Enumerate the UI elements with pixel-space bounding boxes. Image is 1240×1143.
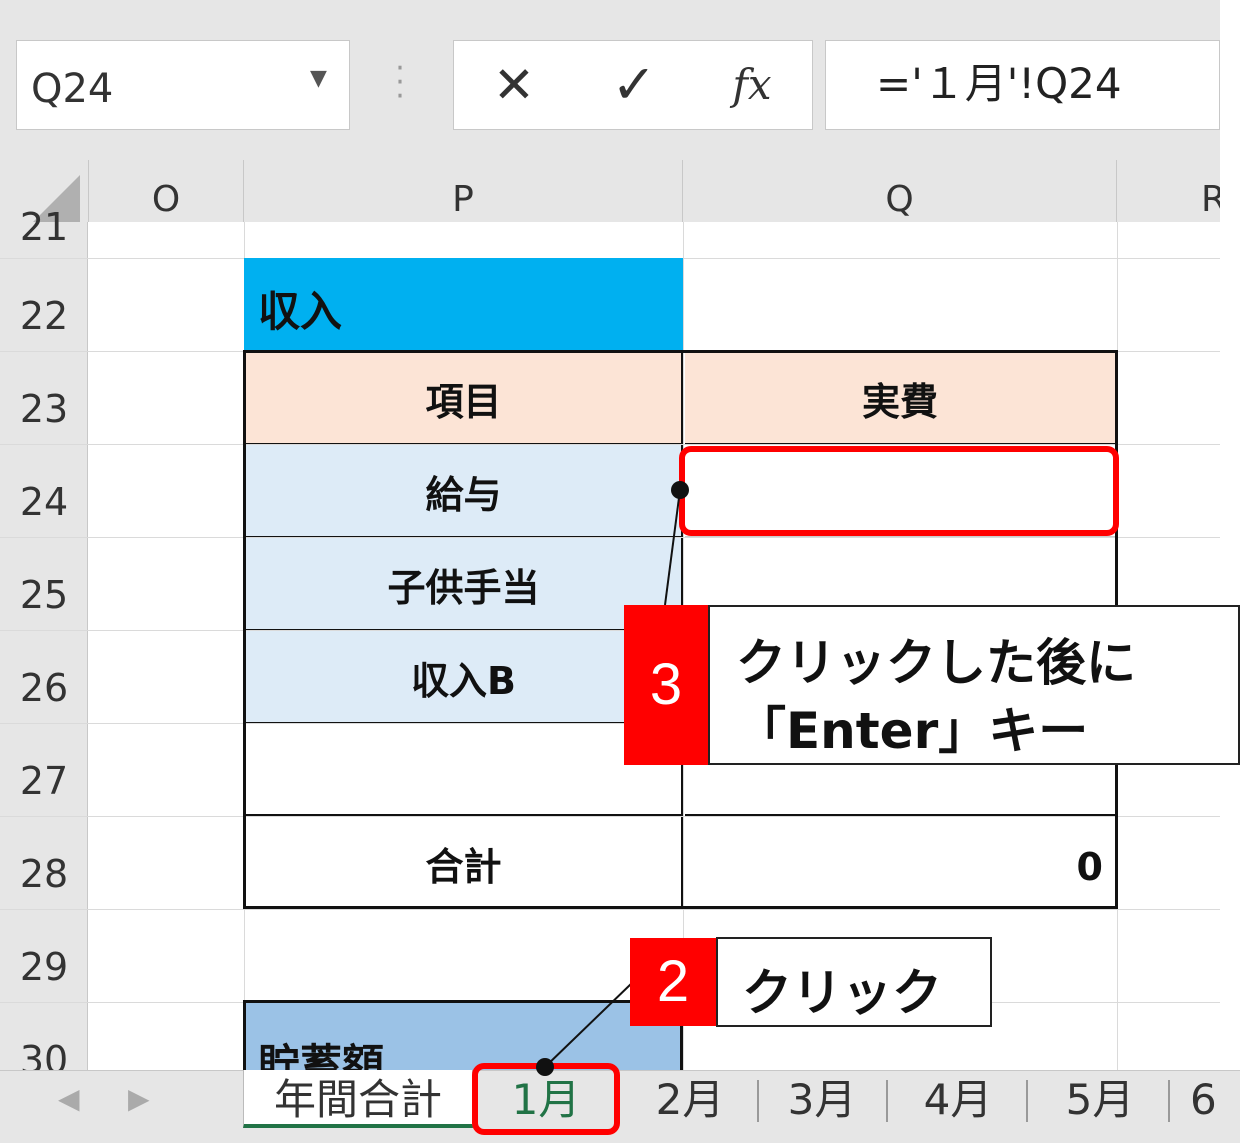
step2-badge: 2 [630, 938, 716, 1026]
step3-badge: 3 [624, 605, 708, 765]
step3-callout: クリックした後に 「Enter」キー [708, 605, 1240, 765]
step2-callout: クリック [716, 937, 992, 1027]
annotation-connectors [536, 481, 689, 1076]
step3-line2: 「Enter」キー [736, 702, 1089, 760]
step3-line1: クリックした後に [736, 634, 1136, 692]
step2-text: クリック [742, 964, 942, 1022]
